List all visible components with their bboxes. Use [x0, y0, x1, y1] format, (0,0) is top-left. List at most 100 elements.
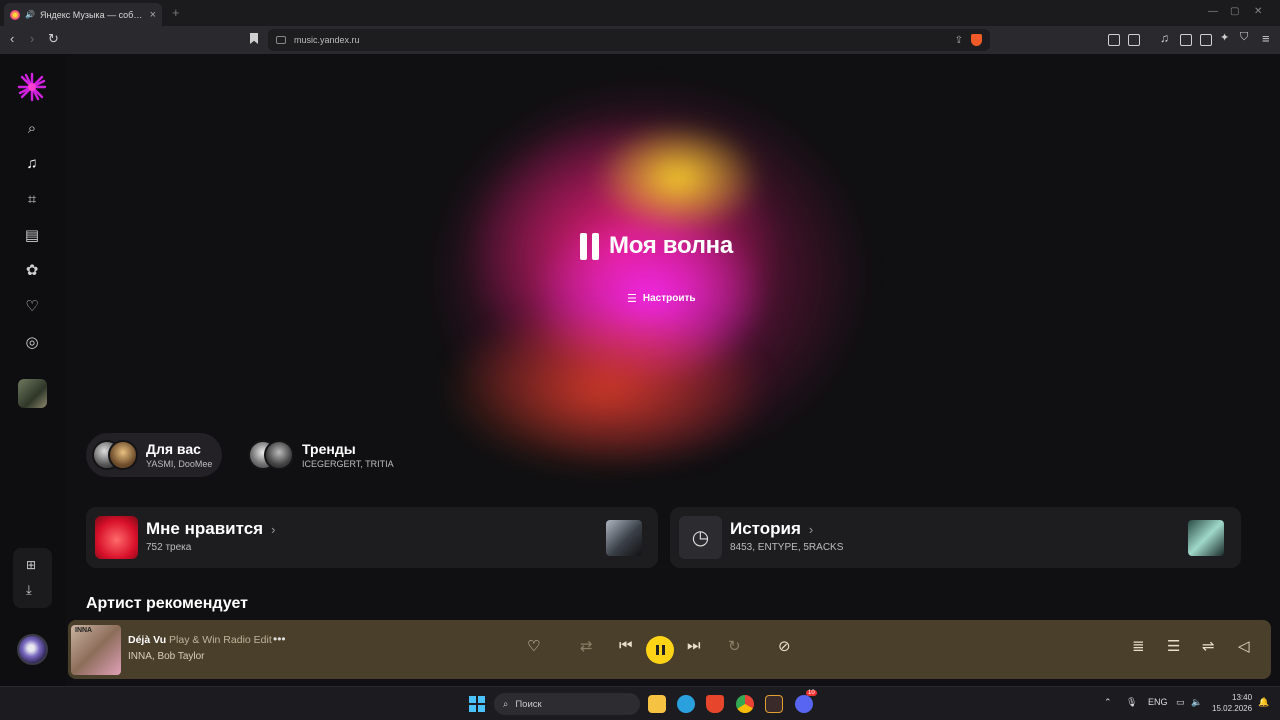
discord-icon[interactable]	[795, 695, 813, 713]
speaker-icon[interactable]: 🔊	[25, 10, 35, 19]
brave-icon[interactable]	[706, 695, 724, 713]
share-icon[interactable]: ⇪	[955, 35, 963, 46]
my-wave[interactable]: Моя волна	[580, 232, 733, 260]
tab-title: Яндекс Музыка — собирае...	[39, 9, 145, 20]
card-history[interactable]: ◷ История › 8453, ENTYPE, 5RACKS	[670, 507, 1241, 568]
next-icon[interactable]: ⏭	[687, 637, 701, 654]
leo-ai-icon[interactable]: ✦	[1220, 31, 1229, 44]
profile-avatar[interactable]	[17, 634, 48, 665]
map-icon[interactable]: ⌗	[22, 189, 42, 209]
chip-artist-images	[248, 440, 294, 470]
chip-trends[interactable]: Тренды ICEGERGERT, TRITIA	[242, 433, 404, 477]
bookmark-icon[interactable]	[250, 33, 258, 44]
browser-tabbar: 🔊 Яндекс Музыка — собирае... × + — ▢ ✕	[0, 0, 1280, 26]
yandex-music-logo-icon[interactable]	[17, 72, 47, 102]
track-title[interactable]: Déjà Vu Play & Win Radio Edit	[128, 634, 272, 646]
pause-icon[interactable]	[580, 232, 599, 260]
chip-title: Для вас	[146, 441, 201, 457]
clock-date: 15.02.2026	[1212, 704, 1253, 713]
notifications-bell-icon[interactable]: 🔔	[1258, 697, 1269, 708]
section-title: Артист рекомендует	[86, 595, 248, 612]
sidebar-toggle-icon[interactable]	[1180, 34, 1192, 46]
yandex-music-taskbar-icon[interactable]	[765, 695, 783, 713]
speaker-icon[interactable]: 🔈	[1191, 697, 1202, 708]
music-note-icon[interactable]: ♫	[22, 153, 42, 173]
site-info-icon[interactable]	[276, 36, 286, 44]
history-clock-icon: ◷	[679, 516, 722, 559]
yandex-music-app: ⌕ ♫ ⌗ ▤ ✿ ♡ ◎ ⊞ ⤓ Моя волна ☰ Настроить …	[0, 54, 1280, 686]
play-pause-button[interactable]	[646, 636, 674, 664]
chrome-icon[interactable]	[736, 695, 754, 713]
windows-icon[interactable]: ⊞	[26, 558, 36, 572]
artist-avatar[interactable]	[18, 379, 47, 408]
minimize-icon[interactable]: —	[1208, 6, 1218, 17]
settings-lines-icon: ☰	[627, 293, 637, 305]
menu-icon[interactable]: ≡	[1262, 31, 1270, 46]
brave-shields-icon[interactable]	[971, 34, 982, 46]
track-thumbnail[interactable]	[1188, 520, 1224, 556]
screenshot-icon[interactable]	[1128, 34, 1140, 46]
search-icon[interactable]: ⌕	[22, 118, 42, 138]
search-placeholder: Поиск	[515, 698, 542, 710]
network-icon[interactable]: ▭	[1176, 697, 1185, 708]
chip-for-you[interactable]: Для вас YASMI, DooMee	[86, 433, 223, 477]
wallet-icon[interactable]	[1200, 34, 1212, 46]
sidebar: ⌕ ♫ ⌗ ▤ ✿ ♡ ◎ ⊞ ⤓	[0, 54, 66, 686]
yandex-music-favicon-icon	[10, 9, 20, 20]
my-wave-title: Моя волна	[609, 232, 733, 259]
compass-icon[interactable]: ◎	[22, 332, 42, 352]
vpn-shield-icon[interactable]: ⛉	[1240, 31, 1248, 44]
address-toolbar: ‹ › ↻ music.yandex.ru ⇪ ♫ ✦ ⛉ ≡	[0, 26, 1280, 54]
books-icon[interactable]: ▤	[22, 225, 42, 245]
equalizer-icon[interactable]: ⇌	[1202, 637, 1215, 655]
like-icon[interactable]: ♡	[527, 637, 540, 655]
forward-icon[interactable]: ›	[30, 31, 34, 46]
chip-subtitle: ICEGERGERT, TRITIA	[302, 459, 394, 469]
heart-icon[interactable]: ♡	[22, 296, 42, 316]
tune-button[interactable]: ☰ Настроить	[627, 292, 696, 305]
player-bar: INNA Déjà Vu Play & Win Radio Edit ••• I…	[68, 620, 1271, 679]
windows-taskbar: ⌕ Поиск 10 ⌃ 🎙 ENG ▭ 🔈 13:40 15.02.2026 …	[0, 686, 1280, 720]
windows-start-icon[interactable]	[469, 696, 485, 712]
card-subtitle: 8453, ENTYPE, 5RACKS	[730, 542, 844, 553]
card-title: История	[730, 519, 801, 538]
track-version: Play & Win Radio Edit	[169, 634, 272, 646]
download-icon[interactable]: ⤓	[26, 582, 32, 598]
previous-icon[interactable]: ⏮	[619, 637, 633, 654]
kids-icon[interactable]: ✿	[22, 260, 42, 280]
taskbar-search[interactable]: ⌕ Поиск	[494, 693, 640, 715]
reload-icon[interactable]: ↻	[48, 31, 59, 47]
tray-chevron-icon[interactable]: ⌃	[1104, 697, 1112, 708]
dislike-icon[interactable]: ⊘	[778, 637, 791, 655]
track-thumbnail[interactable]	[606, 520, 642, 556]
language-indicator[interactable]: ENG	[1148, 697, 1168, 707]
tune-label: Настроить	[642, 293, 696, 304]
notification-badge: 10	[806, 690, 817, 696]
lyrics-icon[interactable]: ≣	[1132, 637, 1145, 655]
extension-icon[interactable]	[1108, 34, 1120, 46]
address-bar[interactable]: music.yandex.ru ⇪	[268, 29, 990, 51]
queue-icon[interactable]: ☰	[1167, 637, 1180, 655]
new-tab-icon[interactable]: +	[172, 5, 180, 20]
browser-tab[interactable]: 🔊 Яндекс Музыка — собирае... ×	[4, 3, 162, 26]
maximize-icon[interactable]: ▢	[1230, 6, 1239, 17]
media-icon[interactable]: ♫	[1160, 31, 1169, 45]
taskbar-clock[interactable]: 13:40 15.02.2026	[1212, 692, 1252, 714]
repeat-icon[interactable]: ↻	[728, 637, 741, 655]
now-playing-cover[interactable]: INNA	[71, 625, 121, 675]
shuffle-icon[interactable]: ⇄	[580, 637, 593, 655]
back-icon[interactable]: ‹	[10, 31, 14, 46]
liked-cover-heart-icon	[95, 516, 138, 559]
close-tab-icon[interactable]: ×	[150, 9, 156, 21]
microphone-icon[interactable]: 🎙	[1126, 697, 1137, 708]
card-subtitle: 752 трека	[146, 542, 192, 553]
window-close-icon[interactable]: ✕	[1254, 6, 1262, 17]
file-explorer-icon[interactable]	[648, 695, 666, 713]
track-artists[interactable]: INNA, Bob Taylor	[128, 651, 205, 662]
chevron-right-icon: ›	[808, 521, 814, 537]
my-wave-glow	[440, 304, 770, 474]
card-liked[interactable]: Мне нравится › 752 трека	[86, 507, 658, 568]
telegram-icon[interactable]	[677, 695, 695, 713]
volume-icon[interactable]: ◁	[1238, 637, 1250, 655]
more-options-icon[interactable]: •••	[273, 632, 286, 646]
